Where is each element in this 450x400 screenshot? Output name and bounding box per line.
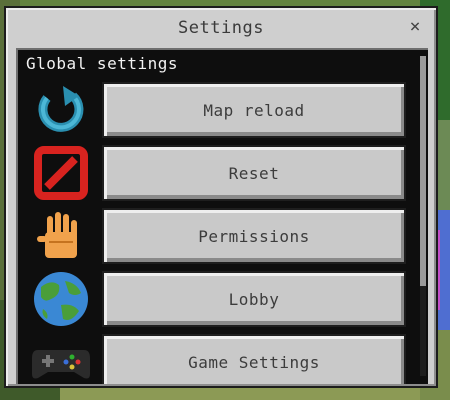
hand-icon: [28, 206, 94, 266]
controller-icon: [28, 332, 94, 384]
scrollbar[interactable]: [420, 56, 426, 376]
permissions-button[interactable]: Permissions: [102, 208, 406, 264]
reload-icon: [28, 80, 94, 140]
list-item-reset: Reset: [18, 143, 414, 203]
reset-button[interactable]: Reset: [102, 145, 406, 201]
list-item-permissions: Permissions: [18, 206, 414, 266]
settings-list-panel: Global settings Map reload Reset Permiss…: [16, 48, 428, 384]
globe-icon: [28, 269, 94, 329]
section-label: Global settings: [26, 54, 178, 73]
list-item-game-settings: Game Settings: [18, 332, 414, 384]
dialog-title: Settings: [178, 18, 264, 38]
game-settings-button[interactable]: Game Settings: [102, 334, 406, 384]
map-reload-button[interactable]: Map reload: [102, 82, 406, 138]
list-item-map-reload: Map reload: [18, 80, 414, 140]
lobby-button[interactable]: Lobby: [102, 271, 406, 327]
prohibited-icon: [28, 143, 94, 203]
close-icon[interactable]: ×: [406, 18, 424, 36]
settings-dialog: Settings × Global settings Map reload Re…: [4, 6, 438, 388]
scrollbar-thumb[interactable]: [420, 56, 426, 286]
list-item-lobby: Lobby: [18, 269, 414, 329]
